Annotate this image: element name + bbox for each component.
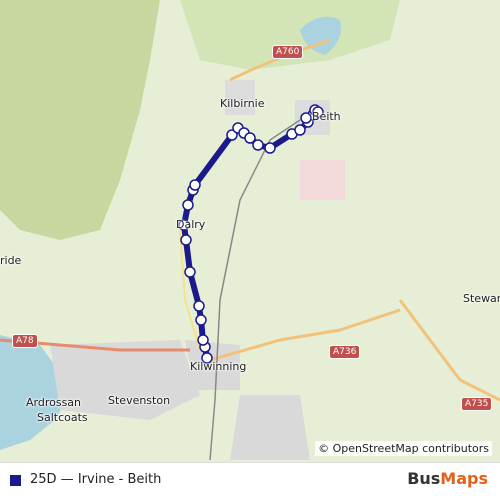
place-dalry: Dalry: [176, 218, 206, 231]
map-view[interactable]: Kilbirnie Beith Dalry Kilwinning Stevens…: [0, 0, 500, 462]
bus-stops-layer: [178, 104, 324, 364]
place-stewarton: Stewart: [463, 292, 500, 305]
road-label-a760: A760: [272, 45, 304, 59]
place-beith: Beith: [312, 110, 341, 123]
brand-part-1: Bus: [407, 469, 441, 488]
map-attribution[interactable]: © OpenStreetMap contributors: [315, 441, 492, 456]
road-label-a736: A736: [329, 345, 361, 359]
busmaps-logo[interactable]: BusMaps: [407, 469, 488, 488]
place-ardrossan: Ardrossan: [26, 396, 82, 409]
bus-stop-marker[interactable]: [195, 314, 207, 326]
place-ride: ride: [0, 254, 22, 267]
place-kilwinning: Kilwinning: [190, 360, 247, 373]
bus-stop-marker[interactable]: [180, 234, 192, 246]
place-kilbirnie: Kilbirnie: [220, 97, 265, 110]
road-label-a735: A735: [461, 397, 493, 411]
bus-stop-marker[interactable]: [197, 334, 209, 346]
bus-stop-marker[interactable]: [294, 124, 306, 136]
place-stevenston: Stevenston: [108, 394, 171, 407]
route-legend-label: 25D — Irvine - Beith: [30, 472, 162, 487]
road-label-a78: A78: [12, 334, 38, 348]
brand-part-2: Maps: [440, 469, 488, 488]
bus-stop-marker[interactable]: [184, 266, 196, 278]
bus-stop-marker[interactable]: [182, 199, 194, 211]
bus-stop-marker[interactable]: [300, 112, 312, 124]
route-color-swatch: [10, 475, 21, 486]
bus-stop-marker[interactable]: [193, 300, 205, 312]
bus-stop-marker[interactable]: [252, 139, 264, 151]
place-saltcoats: Saltcoats: [37, 411, 88, 424]
bus-stop-marker[interactable]: [264, 142, 276, 154]
bus-stop-marker[interactable]: [189, 179, 201, 191]
